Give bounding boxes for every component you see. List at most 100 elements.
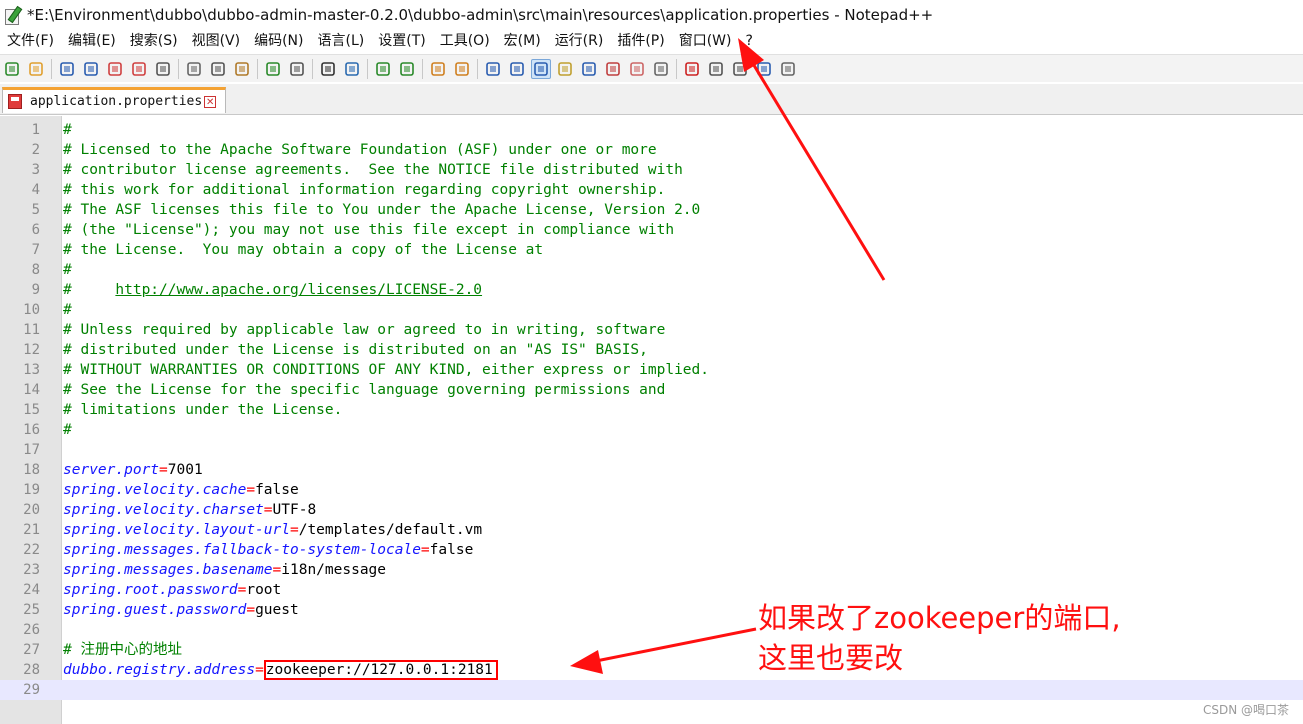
find-icon[interactable] <box>318 59 338 79</box>
code-line[interactable]: 22 spring.messages.fallback-to-system-loc… <box>0 540 1303 560</box>
code-line[interactable]: 29 <box>0 680 1303 700</box>
license-url-link[interactable]: http://www.apache.org/licenses/LICENSE-2… <box>115 282 482 298</box>
menu-item-4[interactable]: 编码(N) <box>247 30 310 53</box>
code-line[interactable]: 24 spring.root.password=root <box>0 580 1303 600</box>
udl-icon[interactable] <box>627 59 647 79</box>
code-line[interactable]: 18 server.port=7001 <box>0 460 1303 480</box>
line-content: # distributed under the License is distr… <box>63 340 648 360</box>
run-macro-multiple-icon[interactable] <box>754 59 774 79</box>
code-line[interactable]: 10 # <box>0 300 1303 320</box>
sync-horizontal-icon[interactable] <box>452 59 472 79</box>
redo-icon[interactable] <box>287 59 307 79</box>
menu-item-0[interactable]: 文件(F) <box>0 30 61 53</box>
code-line[interactable]: 23 spring.messages.basename=i18n/message <box>0 560 1303 580</box>
toolbar-separator <box>477 58 478 79</box>
code-line[interactable]: 13 # WITHOUT WARRANTIES OR CONDITIONS OF … <box>0 360 1303 380</box>
menu-item-3[interactable]: 视图(V) <box>185 30 248 53</box>
line-content: # 注册中心的地址 <box>63 640 182 660</box>
code-line[interactable]: 6 # (the "License"); you may not use this… <box>0 220 1303 240</box>
comment-text: # this work for additional information r… <box>63 182 666 198</box>
line-number: 19 <box>23 482 40 498</box>
record-macro-icon[interactable] <box>682 59 702 79</box>
code-line[interactable]: 11 # Unless required by applicable law or… <box>0 320 1303 340</box>
property-value: guest <box>255 602 299 618</box>
line-number: 12 <box>23 342 40 358</box>
function-list-icon[interactable] <box>579 59 599 79</box>
menu-item-8[interactable]: 宏(M) <box>497 30 548 53</box>
folder-workspace-icon[interactable] <box>603 59 623 79</box>
close-icon[interactable] <box>105 59 125 79</box>
code-line[interactable]: 19 spring.velocity.cache=false <box>0 480 1303 500</box>
play-macro-icon[interactable] <box>730 59 750 79</box>
code-line[interactable]: 3 # contributor license agreements. See t… <box>0 160 1303 180</box>
menu-item-9[interactable]: 运行(R) <box>548 30 611 53</box>
property-key: spring.messages.basename <box>63 562 273 578</box>
close-all-icon[interactable] <box>129 59 149 79</box>
sync-vertical-icon[interactable] <box>428 59 448 79</box>
tab-application-properties[interactable]: application.properties ✕ <box>2 87 226 113</box>
line-number: 17 <box>23 442 40 458</box>
property-key: spring.messages.fallback-to-system-local… <box>63 542 421 558</box>
code-line[interactable]: 7 # the License. You may obtain a copy of… <box>0 240 1303 260</box>
code-line[interactable]: 15 # limitations under the License. <box>0 400 1303 420</box>
menu-item-1[interactable]: 编辑(E) <box>61 30 123 53</box>
line-number: 6 <box>31 222 40 238</box>
line-number: 23 <box>23 562 40 578</box>
equals-operator: = <box>263 502 273 518</box>
line-content: spring.root.password=root <box>63 580 281 600</box>
copy-icon[interactable] <box>208 59 228 79</box>
code-line[interactable]: 1 # <box>0 120 1303 140</box>
show-all-chars-icon[interactable] <box>507 59 527 79</box>
monitor-icon[interactable] <box>651 59 671 79</box>
line-number: 27 <box>23 642 40 658</box>
code-line[interactable]: 8 # <box>0 260 1303 280</box>
toolbar-separator <box>178 58 179 79</box>
paste-icon[interactable] <box>232 59 252 79</box>
comment-text: # The ASF licenses this file to You unde… <box>63 202 701 218</box>
menu-item-5[interactable]: 语言(L) <box>311 30 372 53</box>
code-line[interactable]: 21 spring.velocity.layout-url=/templates/… <box>0 520 1303 540</box>
line-content: # <box>63 120 72 140</box>
zoom-in-icon[interactable] <box>373 59 393 79</box>
line-content: # <box>63 260 72 280</box>
tab-close-button[interactable]: ✕ <box>204 95 217 108</box>
code-line[interactable]: 14 # See the License for the specific lan… <box>0 380 1303 400</box>
code-line[interactable]: 5 # The ASF licenses this file to You und… <box>0 200 1303 220</box>
line-number: 24 <box>23 582 40 598</box>
open-file-icon[interactable] <box>26 59 46 79</box>
line-number: 28 <box>23 662 40 678</box>
undo-icon[interactable] <box>263 59 283 79</box>
save-macro-icon[interactable] <box>778 59 798 79</box>
code-line[interactable]: 2 # Licensed to the Apache Software Found… <box>0 140 1303 160</box>
menu-item-11[interactable]: 窗口(W) <box>672 30 739 53</box>
menu-item-2[interactable]: 搜索(S) <box>123 30 185 53</box>
save-all-icon[interactable] <box>81 59 101 79</box>
code-line[interactable]: 4 # this work for additional information … <box>0 180 1303 200</box>
toolbar-separator <box>312 58 313 79</box>
menu-item-7[interactable]: 工具(O) <box>433 30 497 53</box>
menu-item-10[interactable]: 插件(P) <box>610 30 671 53</box>
word-wrap-icon[interactable] <box>483 59 503 79</box>
indent-guide-icon[interactable] <box>531 58 551 79</box>
code-line[interactable]: 12 # distributed under the License is dis… <box>0 340 1303 360</box>
zoom-out-icon[interactable] <box>397 59 417 79</box>
menu-bar: 文件(F) 编辑(E) 搜索(S) 视图(V) 编码(N) 语言(L) 设置(T) 工具(O)… <box>0 30 1303 53</box>
menu-item-6[interactable]: 设置(T) <box>371 30 432 53</box>
print-icon[interactable] <box>153 59 173 79</box>
new-file-icon[interactable] <box>2 59 22 79</box>
code-line[interactable]: 17 <box>0 440 1303 460</box>
code-line[interactable]: 9 # http://www.apache.org/licenses/LICENS… <box>0 280 1303 300</box>
menu-item-12[interactable]: ? <box>739 30 760 53</box>
code-line[interactable]: 20 spring.velocity.charset=UTF-8 <box>0 500 1303 520</box>
stop-record-icon[interactable] <box>706 59 726 79</box>
save-icon[interactable] <box>57 59 77 79</box>
line-content: spring.velocity.charset=UTF-8 <box>63 500 316 520</box>
replace-icon[interactable] <box>342 59 362 79</box>
line-number: 16 <box>23 422 40 438</box>
document-map-icon[interactable] <box>555 59 575 79</box>
comment-text: # (the "License"); you may not use this … <box>63 222 675 238</box>
line-number: 8 <box>31 262 40 278</box>
code-line[interactable]: 16 # <box>0 420 1303 440</box>
cut-icon[interactable] <box>184 59 204 79</box>
line-number: 7 <box>31 242 40 258</box>
